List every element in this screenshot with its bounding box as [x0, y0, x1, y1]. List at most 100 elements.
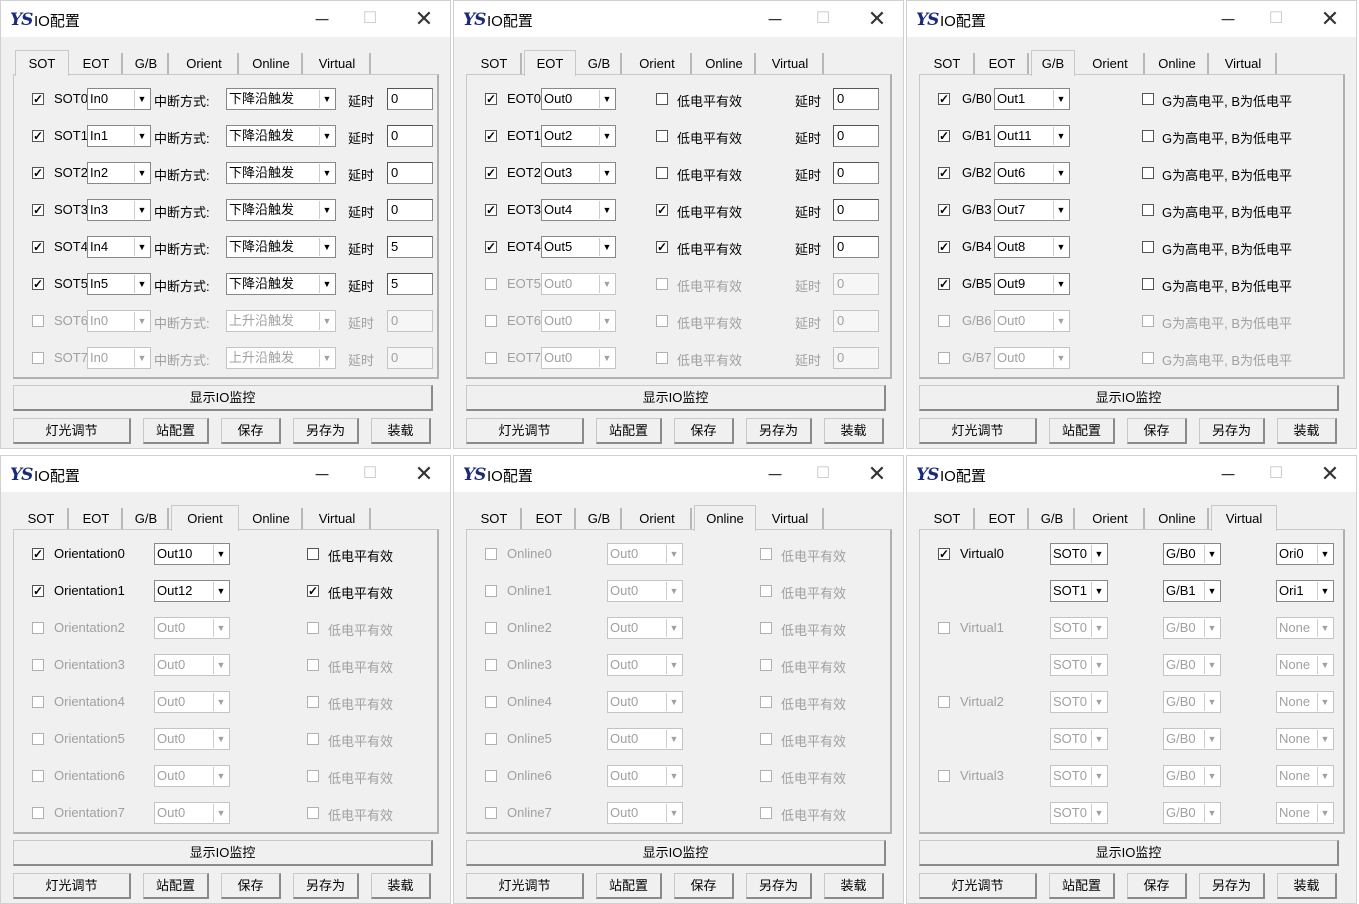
chevron-down-icon[interactable]: ▼	[1204, 693, 1219, 711]
chevron-down-icon[interactable]: ▼	[1317, 804, 1332, 822]
delay-input[interactable]: 0	[387, 347, 433, 369]
chevron-down-icon[interactable]: ▼	[1091, 693, 1106, 711]
chevron-down-icon[interactable]: ▼	[319, 127, 334, 145]
gb-level-checkbox[interactable]	[1142, 93, 1154, 105]
tab-gb[interactable]: G/B	[1031, 508, 1075, 530]
gb-level-checkbox[interactable]	[1142, 204, 1154, 216]
gb-enable-checkbox[interactable]: ✓	[938, 130, 950, 142]
low-level-checkbox[interactable]	[307, 807, 319, 819]
tab-online[interactable]: Online	[241, 508, 303, 530]
save-button[interactable]: 保存	[1127, 873, 1187, 899]
online-output-select[interactable]: Out0 ▼	[607, 654, 683, 676]
interrupt-mode-select[interactable]: 上升沿触发 ▼	[226, 347, 336, 369]
maximize-button[interactable]: ☐	[1262, 462, 1290, 486]
minimize-button[interactable]: ─	[761, 462, 789, 486]
sot-enable-checkbox[interactable]	[32, 352, 44, 364]
save-button[interactable]: 保存	[674, 873, 734, 899]
delay-input[interactable]: 0	[833, 88, 879, 110]
sot-input-select[interactable]: In2 ▼	[87, 162, 151, 184]
sot-input-select[interactable]: In3 ▼	[87, 199, 151, 221]
low-level-checkbox[interactable]	[307, 733, 319, 745]
chevron-down-icon[interactable]: ▼	[1317, 730, 1332, 748]
low-level-checkbox[interactable]	[760, 770, 772, 782]
chevron-down-icon[interactable]: ▼	[1053, 90, 1068, 108]
virtual-ori-select[interactable]: None ▼	[1276, 691, 1334, 713]
tab-virtual[interactable]: Virtual	[1211, 505, 1277, 531]
gb-output-select[interactable]: Out11 ▼	[994, 125, 1070, 147]
sot-input-select[interactable]: In0 ▼	[87, 88, 151, 110]
chevron-down-icon[interactable]: ▼	[319, 201, 334, 219]
minimize-button[interactable]: ─	[1214, 462, 1242, 486]
virtual-ori-select[interactable]: None ▼	[1276, 617, 1334, 639]
tab-orient[interactable]: Orient	[624, 508, 692, 530]
chevron-down-icon[interactable]: ▼	[213, 545, 228, 563]
tab-online[interactable]: Online	[241, 53, 303, 75]
orient-enable-checkbox[interactable]	[32, 659, 44, 671]
minimize-button[interactable]: ─	[761, 7, 789, 31]
tab-eot[interactable]: EOT	[977, 53, 1029, 75]
chevron-down-icon[interactable]: ▼	[1091, 804, 1106, 822]
light-adjust-button[interactable]: 灯光调节	[13, 418, 131, 444]
low-level-checkbox[interactable]	[656, 315, 668, 327]
eot-output-select[interactable]: Out2 ▼	[541, 125, 616, 147]
virtual-gb-select[interactable]: G/B0 ▼	[1163, 802, 1221, 824]
sot-enable-checkbox[interactable]: ✓	[32, 93, 44, 105]
save-button[interactable]: 保存	[221, 873, 281, 899]
light-adjust-button[interactable]: 灯光调节	[919, 873, 1037, 899]
station-config-button[interactable]: 站配置	[596, 873, 662, 899]
save-as-button[interactable]: 另存为	[746, 873, 812, 899]
chevron-down-icon[interactable]: ▼	[134, 312, 149, 330]
tab-sot[interactable]: SOT	[15, 50, 69, 76]
virtual-ori-select[interactable]: None ▼	[1276, 728, 1334, 750]
tab-eot[interactable]: EOT	[524, 508, 576, 530]
delay-input[interactable]: 0	[387, 125, 433, 147]
online-enable-checkbox[interactable]	[485, 696, 497, 708]
chevron-down-icon[interactable]: ▼	[1204, 545, 1219, 563]
chevron-down-icon[interactable]: ▼	[1317, 545, 1332, 563]
gb-enable-checkbox[interactable]	[938, 352, 950, 364]
sot-enable-checkbox[interactable]: ✓	[32, 130, 44, 142]
eot-enable-checkbox[interactable]: ✓	[485, 241, 497, 253]
light-adjust-button[interactable]: 灯光调节	[919, 418, 1037, 444]
delay-input[interactable]: 0	[387, 199, 433, 221]
orient-output-select[interactable]: Out0 ▼	[154, 802, 230, 824]
chevron-down-icon[interactable]: ▼	[319, 349, 334, 367]
virtual-sot-select[interactable]: SOT0 ▼	[1050, 802, 1108, 824]
load-button[interactable]: 装载	[824, 418, 884, 444]
online-output-select[interactable]: Out0 ▼	[607, 802, 683, 824]
eot-enable-checkbox[interactable]: ✓	[485, 130, 497, 142]
chevron-down-icon[interactable]: ▼	[1204, 767, 1219, 785]
chevron-down-icon[interactable]: ▼	[1204, 656, 1219, 674]
chevron-down-icon[interactable]: ▼	[1091, 545, 1106, 563]
sot-input-select[interactable]: In0 ▼	[87, 310, 151, 332]
tab-orient[interactable]: Orient	[1077, 508, 1145, 530]
chevron-down-icon[interactable]: ▼	[319, 275, 334, 293]
virtual-ori-select[interactable]: None ▼	[1276, 765, 1334, 787]
virtual-enable-checkbox[interactable]	[938, 696, 950, 708]
virtual-gb-select[interactable]: G/B0 ▼	[1163, 617, 1221, 639]
chevron-down-icon[interactable]: ▼	[599, 312, 614, 330]
chevron-down-icon[interactable]: ▼	[1053, 275, 1068, 293]
low-level-checkbox[interactable]	[656, 352, 668, 364]
sot-enable-checkbox[interactable]: ✓	[32, 241, 44, 253]
light-adjust-button[interactable]: 灯光调节	[466, 418, 584, 444]
delay-input[interactable]: 0	[833, 273, 879, 295]
maximize-button[interactable]: ☐	[809, 7, 837, 31]
eot-enable-checkbox[interactable]	[485, 352, 497, 364]
online-enable-checkbox[interactable]	[485, 585, 497, 597]
virtual-ori-select[interactable]: Ori1 ▼	[1276, 580, 1334, 602]
show-io-monitor-button[interactable]: 显示IO监控	[466, 840, 886, 866]
interrupt-mode-select[interactable]: 下降沿触发 ▼	[226, 199, 336, 221]
eot-output-select[interactable]: Out4 ▼	[541, 199, 616, 221]
save-as-button[interactable]: 另存为	[1199, 418, 1265, 444]
online-enable-checkbox[interactable]	[485, 548, 497, 560]
chevron-down-icon[interactable]: ▼	[1091, 656, 1106, 674]
chevron-down-icon[interactable]: ▼	[134, 349, 149, 367]
online-output-select[interactable]: Out0 ▼	[607, 580, 683, 602]
chevron-down-icon[interactable]: ▼	[319, 90, 334, 108]
chevron-down-icon[interactable]: ▼	[599, 90, 614, 108]
orient-output-select[interactable]: Out0 ▼	[154, 617, 230, 639]
low-level-checkbox[interactable]	[760, 807, 772, 819]
delay-input[interactable]: 5	[387, 273, 433, 295]
chevron-down-icon[interactable]: ▼	[1317, 582, 1332, 600]
